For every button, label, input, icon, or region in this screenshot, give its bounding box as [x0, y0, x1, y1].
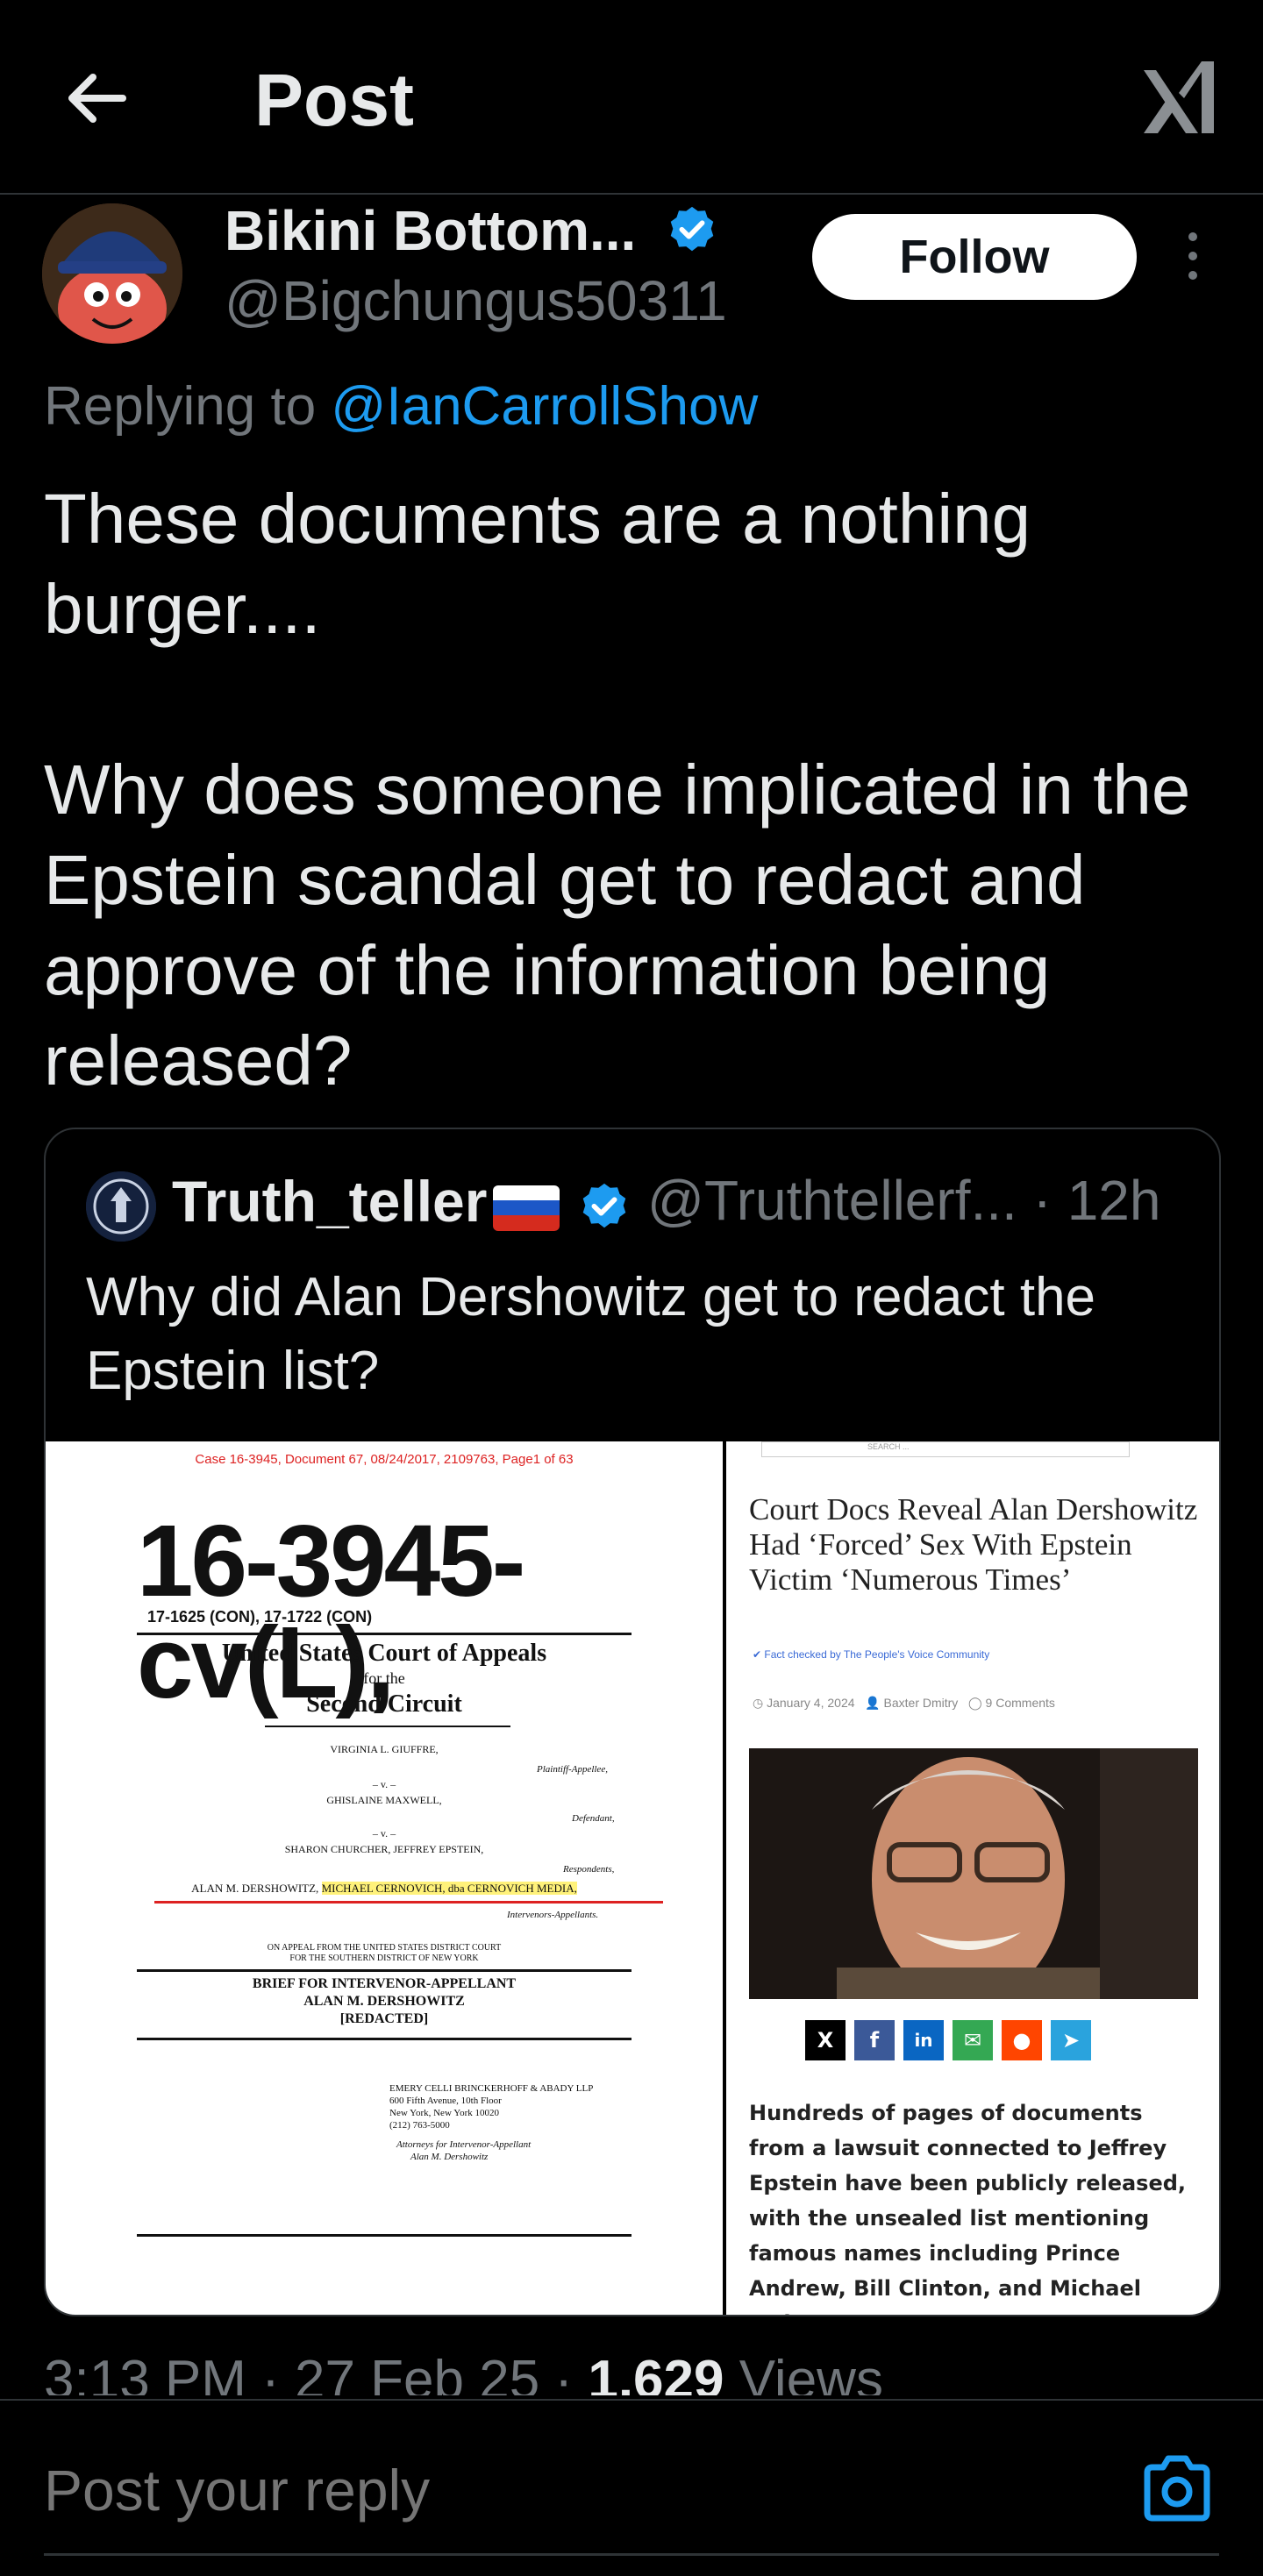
post-text: These documents are a nothing burger....…: [44, 480, 1191, 1099]
doc-rule-4: [137, 2234, 632, 2237]
reply-input[interactable]: [44, 2457, 1009, 2523]
article-fact-check: ✔ Fact checked by The People's Voice Com…: [753, 1648, 989, 1661]
doc-party2-role: Defendant,: [572, 1813, 615, 1824]
views-label: Views: [724, 2350, 883, 2395]
comment-icon: ◯: [967, 1696, 986, 1710]
article-screenshot-image[interactable]: SEARCH ... Court Docs Reveal Alan Dersho…: [726, 1441, 1219, 2315]
quoted-verified-badge-icon: [582, 1183, 626, 1228]
quoted-text: Why did Alan Dershowitz get to redact th…: [86, 1267, 1096, 1401]
doc-firm4: (212) 763-5000: [389, 2120, 450, 2131]
quoted-author-name[interactable]: Truth_teller: [172, 1168, 487, 1235]
doc-rule: [137, 1633, 632, 1635]
share-telegram-button[interactable]: ➤: [1051, 2020, 1091, 2060]
doc-party1-role: Plaintiff-Appellee,: [537, 1764, 608, 1775]
doc-court-line3: Second Circuit: [306, 1690, 462, 1718]
camera-icon[interactable]: [1140, 2455, 1214, 2522]
replying-to-line: Replying to @IanCarrollShow: [44, 375, 758, 438]
doc-party2: GHISLAINE MAXWELL,: [326, 1794, 442, 1806]
doc-brief-line1: BRIEF FOR INTERVENOR-APPELLANT: [252, 1976, 517, 1991]
views-count[interactable]: 1,629: [588, 2350, 724, 2395]
article-photo: [749, 1748, 1198, 1999]
share-x-button[interactable]: X: [805, 2020, 846, 2060]
more-options-icon[interactable]: [1172, 230, 1214, 282]
verified-badge-icon: [670, 206, 714, 252]
article-fact-check-text: Fact checked by The People's Voice Commu…: [764, 1648, 990, 1661]
doc-firm3: New York, New York 10020: [389, 2108, 499, 2118]
doc-party3-role: Respondents,: [563, 1864, 615, 1875]
share-buttons-row: X f in ✉ ● ➤: [805, 2020, 1091, 2060]
reply-underline: [44, 2553, 1219, 2556]
doc-firm2: 600 Fifth Avenue, 10th Floor: [389, 2096, 502, 2106]
article-body: Hundreds of pages of documents from a la…: [749, 2101, 1187, 2315]
post-timestamp-views: 3:13 PM · 27 Feb 25 · 1,629 Views: [44, 2343, 883, 2395]
quoted-handle-time: @Truthtellerf... · 12h: [647, 1169, 1161, 1232]
article-author: Baxter Dmitry: [883, 1696, 959, 1710]
page-title: Post: [254, 59, 415, 141]
author-handle[interactable]: @Bigchungus50311: [225, 268, 727, 333]
share-email-button[interactable]: ✉: [953, 2020, 993, 2060]
doc-ornament: [265, 1726, 510, 1727]
doc-consolidated: 17-1625 (CON), 17-1722 (CON): [147, 1608, 373, 1626]
doc-appeal-line2: FOR THE SOUTHERN DISTRICT OF NEW YORK: [289, 1953, 479, 1963]
back-button[interactable]: [61, 61, 135, 135]
follow-button[interactable]: Follow: [812, 214, 1137, 300]
russian-flag-icon: [493, 1185, 560, 1231]
doc-firm1: EMERY CELLI BRINCKERHOFF & ABADY LLP: [389, 2083, 594, 2094]
replying-to-mention[interactable]: @IanCarrollShow: [331, 376, 758, 437]
doc-party4-a: ALAN M. DERSHOWITZ,: [191, 1882, 319, 1895]
doc-party4: ALAN M. DERSHOWITZ, MICHAEL CERNOVICH, d…: [46, 1882, 723, 1896]
doc-party1: VIRGINIA L. GIUFFRE,: [330, 1743, 439, 1755]
share-reddit-button[interactable]: ●: [1002, 2020, 1042, 2060]
doc-rule-2: [137, 1969, 632, 1972]
quoted-avatar[interactable]: [86, 1171, 156, 1242]
share-facebook-button[interactable]: f: [854, 2020, 895, 2060]
doc-appeal-line1: ON APPEAL FROM THE UNITED STATES DISTRIC…: [267, 1943, 502, 1953]
article-meta: ◷ January 4, 2024 👤 Baxter Dmitry ◯ 9 Co…: [753, 1696, 1055, 1711]
replying-prefix: Replying to: [44, 376, 332, 437]
doc-court-line2: for the: [363, 1669, 405, 1687]
doc-v2: – v. –: [372, 1827, 396, 1839]
doc-firm6: Alan M. Dershowitz: [410, 2152, 489, 2162]
doc-red-underline: [154, 1901, 663, 1904]
article-comments: 9 Comments: [985, 1696, 1055, 1710]
author-name[interactable]: Bikini Bottom...: [225, 198, 636, 263]
doc-brief-line3: [REDACTED]: [339, 2011, 429, 2026]
doc-brief-line2: ALAN M. DERSHOWITZ: [303, 1994, 465, 2009]
doc-rule-3: [137, 2038, 632, 2040]
doc-party3: SHARON CHURCHER, JEFFREY EPSTEIN,: [284, 1843, 484, 1855]
article-date: January 4, 2024: [767, 1696, 855, 1710]
court-document-image[interactable]: Case 16-3945, Document 67, 08/24/2017, 2…: [46, 1441, 723, 2315]
person-icon: 👤: [865, 1696, 884, 1710]
post-time: 3:13 PM · 27 Feb 25 ·: [44, 2350, 589, 2395]
share-linkedin-button[interactable]: in: [903, 2020, 944, 2060]
top-bar: Post: [0, 0, 1263, 195]
quoted-post[interactable]: Truth_teller @Truthtellerf... · 12h Why …: [44, 1128, 1221, 2316]
back-arrow-icon: [68, 74, 126, 123]
fact-check-icon: ✔: [753, 1648, 765, 1661]
reply-bar: [0, 2399, 1263, 2576]
doc-firm5: Attorneys for Intervenor-Appellant: [396, 2139, 532, 2150]
doc-case-line: Case 16-3945, Document 67, 08/24/2017, 2…: [195, 1452, 574, 1467]
clock-icon: ◷: [753, 1696, 767, 1710]
article-title: Court Docs Reveal Alan Dershowitz Had ‘F…: [749, 1492, 1198, 1597]
doc-v1: – v. –: [372, 1778, 396, 1790]
quoted-media[interactable]: Case 16-3945, Document 67, 08/24/2017, 2…: [46, 1441, 1219, 2315]
article-search-box: SEARCH ...: [761, 1441, 1130, 1457]
avatar[interactable]: [42, 203, 182, 344]
xai-logo-icon[interactable]: [1140, 58, 1217, 139]
doc-court-line1: United States Court of Appeals: [221, 1640, 547, 1667]
doc-party4-b: MICHAEL CERNOVICH, dba CERNOVICH MEDIA,: [321, 1882, 577, 1895]
doc-party4-role: Intervenors-Appellants.: [507, 1910, 599, 1920]
